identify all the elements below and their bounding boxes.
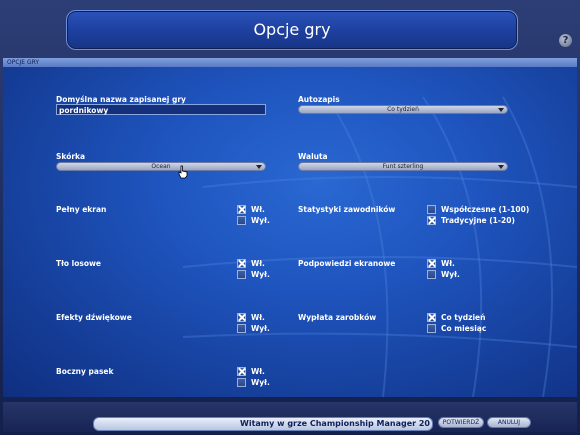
fullscreen-off-checkbox[interactable] — [237, 216, 246, 225]
fullscreen-on-checkbox[interactable] — [237, 205, 246, 214]
fullscreen-on-label: Wł. — [251, 205, 265, 214]
sidebar-on-label: Wł. — [251, 367, 265, 376]
random-bg-on-label: Wł. — [251, 259, 265, 268]
skin-label: Skórka — [56, 152, 86, 161]
random-bg-off-checkbox[interactable] — [237, 270, 246, 279]
fullscreen-label: Pełny ekran — [56, 205, 107, 214]
tooltips-off-label: Wył. — [441, 270, 460, 279]
sound-off-label: Wył. — [251, 324, 270, 333]
background-grid — [182, 96, 577, 397]
tooltips-off-checkbox[interactable] — [427, 270, 436, 279]
currency-value: Funt szterling — [382, 163, 424, 170]
wages-monthly-checkbox[interactable] — [427, 324, 436, 333]
chevron-down-icon — [256, 165, 262, 169]
skin-value: Ocean — [151, 163, 171, 170]
autosave-label: Autozapis — [298, 95, 340, 104]
wages-monthly-label: Co miesiąc — [441, 324, 487, 333]
title-bar: Opcje gry — [66, 10, 518, 50]
skin-dropdown[interactable]: Ocean — [56, 162, 266, 171]
sound-off-checkbox[interactable] — [237, 324, 246, 333]
tooltips-label: Podpowiedzi ekranowe — [298, 259, 396, 268]
help-icon[interactable]: ? — [559, 34, 572, 47]
tooltips-on-checkbox[interactable] — [427, 259, 436, 268]
player-stats-traditional-label: Tradycyjne (1-20) — [441, 216, 515, 225]
currency-label: Waluta — [298, 152, 328, 161]
window-title: Opcje gry — [253, 20, 331, 39]
wages-label: Wypłata zarobków — [298, 313, 377, 322]
autosave-value: Co tydzień — [387, 106, 419, 113]
tab-bar — [3, 58, 577, 67]
chevron-down-icon — [498, 108, 504, 112]
random-bg-off-label: Wył. — [251, 270, 270, 279]
cancel-button[interactable]: ANULUJ — [487, 417, 531, 428]
player-stats-modern-label: Współczesne (1-100) — [441, 205, 530, 214]
currency-dropdown[interactable]: Funt szterling — [298, 162, 508, 171]
sidebar-label: Boczny pasek — [56, 367, 114, 376]
sound-on-label: Wł. — [251, 313, 265, 322]
player-stats-traditional-checkbox[interactable] — [427, 216, 436, 225]
sidebar-off-label: Wył. — [251, 378, 270, 387]
hand-cursor-icon — [178, 165, 188, 179]
tab-game-options[interactable]: OPCJE GRY — [7, 58, 39, 67]
confirm-button[interactable]: POTWIERDŹ — [438, 417, 484, 428]
wages-weekly-checkbox[interactable] — [427, 313, 436, 322]
player-stats-modern-checkbox[interactable] — [427, 205, 436, 214]
chevron-down-icon — [498, 165, 504, 169]
player-stats-label: Statystyki zawodników — [298, 205, 396, 214]
welcome-ticker: Witamy w grze Championship Manager 20 — [93, 417, 433, 431]
random-bg-on-checkbox[interactable] — [237, 259, 246, 268]
fullscreen-off-label: Wył. — [251, 216, 270, 225]
options-panel — [3, 67, 577, 397]
wages-weekly-label: Co tydzień — [441, 313, 486, 322]
tooltips-on-label: Wł. — [441, 259, 455, 268]
sound-on-checkbox[interactable] — [237, 313, 246, 322]
save-name-input[interactable]: pordnikowy — [56, 104, 266, 115]
sound-label: Efekty dźwiękowe — [56, 313, 132, 322]
random-bg-label: Tło losowe — [56, 259, 102, 268]
save-name-label: Domyślna nazwa zapisanej gry — [56, 95, 186, 104]
sidebar-on-checkbox[interactable] — [237, 367, 246, 376]
autosave-dropdown[interactable]: Co tydzień — [298, 105, 508, 114]
sidebar-off-checkbox[interactable] — [237, 378, 246, 387]
